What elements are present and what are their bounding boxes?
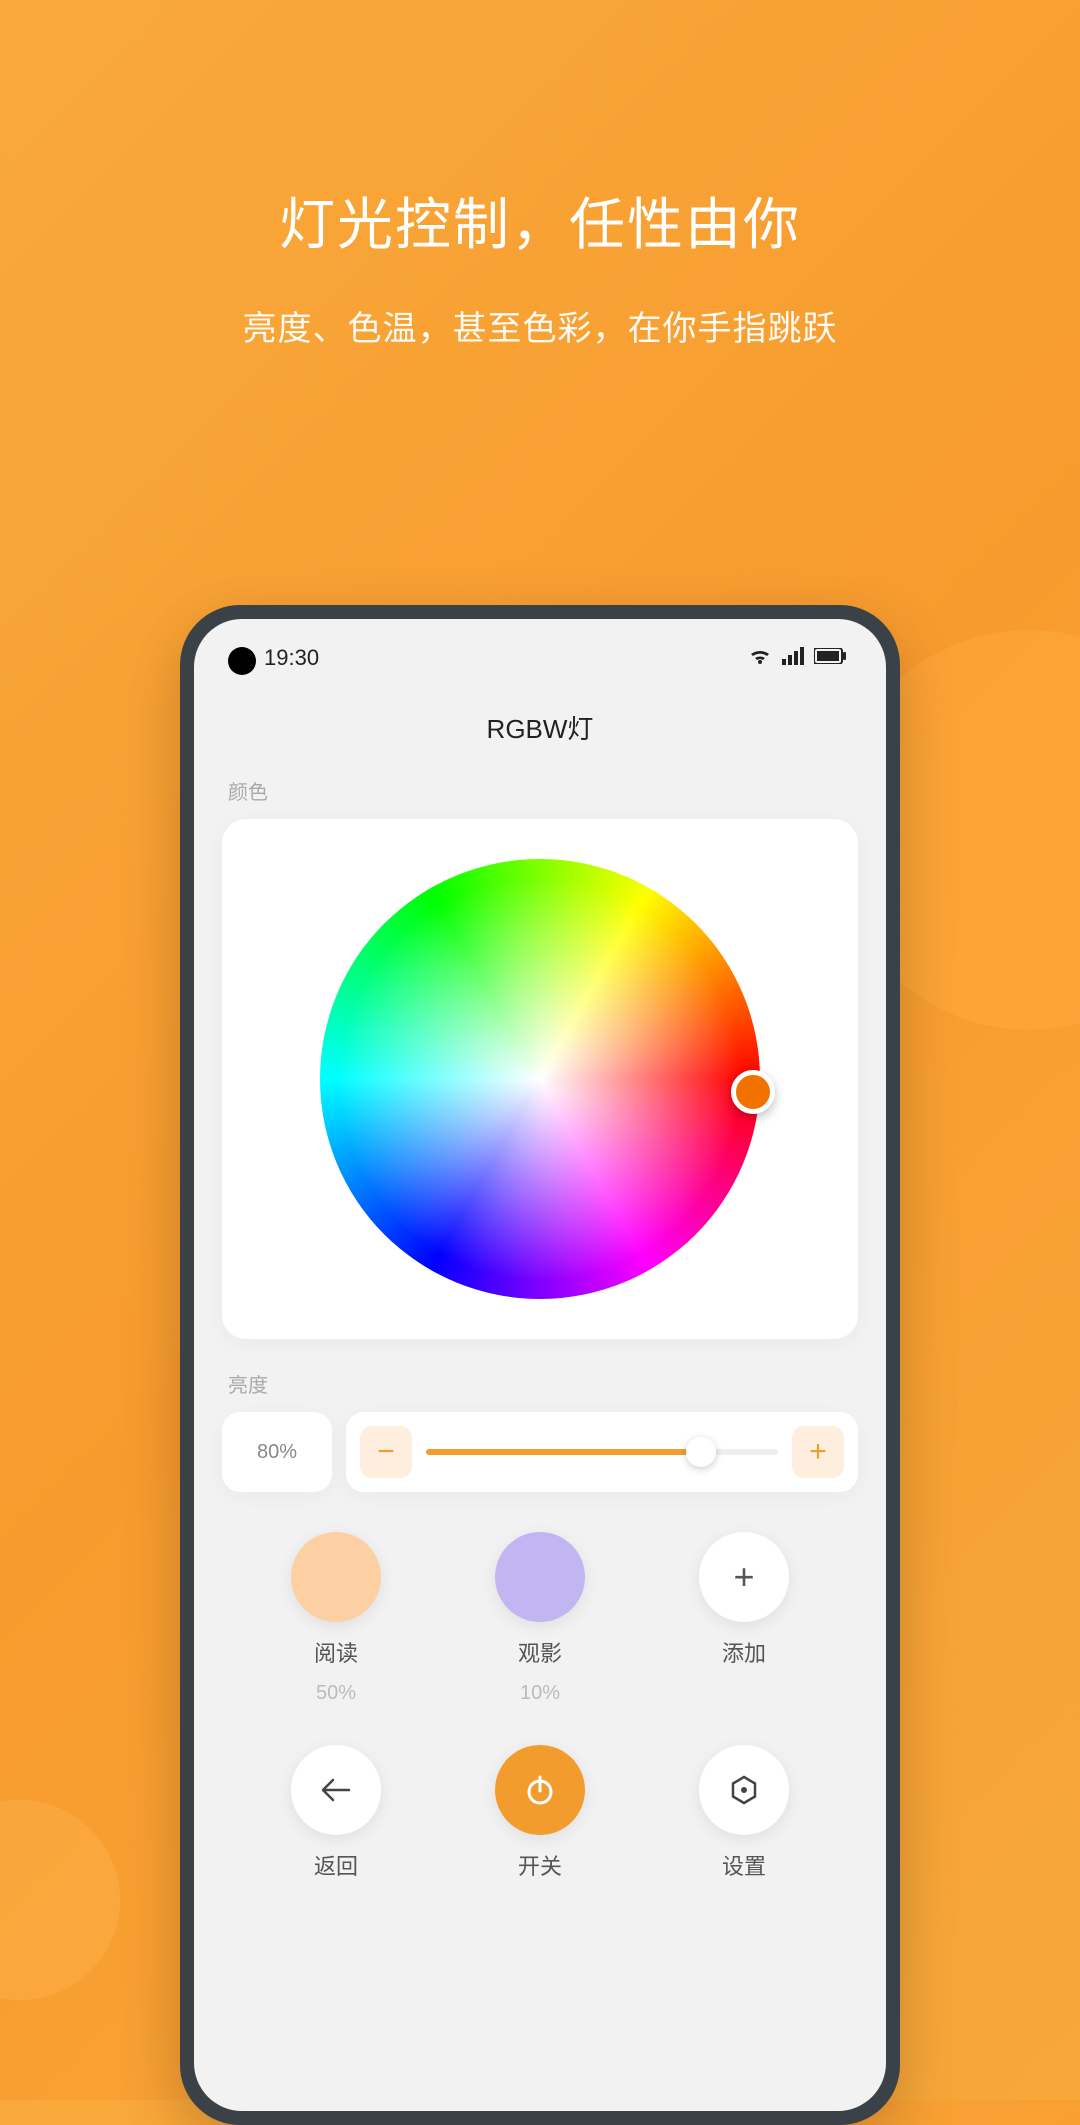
hero-title: 灯光控制，任性由你 [0, 180, 1080, 261]
brightness-minus-button[interactable]: − [360, 1426, 412, 1478]
color-picker-card [222, 819, 858, 1339]
scene-label: 添加 [722, 1636, 766, 1668]
camera-hole [228, 647, 256, 675]
scene-swatch [495, 1532, 585, 1622]
slider-thumb[interactable] [686, 1437, 716, 1467]
status-bar: 19:30 [194, 619, 886, 679]
signal-icon [782, 647, 804, 670]
brightness-slider[interactable] [426, 1449, 778, 1455]
page-title: RGBW灯 [194, 709, 886, 746]
scene-percent: 10% [520, 1682, 560, 1705]
scene-add[interactable]: + 添加 [699, 1532, 789, 1705]
brightness-plus-button[interactable]: + [792, 1426, 844, 1478]
action-label: 开关 [518, 1849, 562, 1881]
color-handle[interactable] [731, 1070, 775, 1114]
bg-decor [0, 1800, 120, 2000]
scene-label: 阅读 [314, 1636, 358, 1668]
scene-percent: 50% [316, 1682, 356, 1705]
gear-icon [728, 1774, 760, 1806]
brightness-slider-container: − + [346, 1412, 858, 1492]
add-icon: + [699, 1532, 789, 1622]
scene-reading[interactable]: 阅读 50% [291, 1532, 381, 1705]
status-time: 19:30 [264, 645, 319, 671]
actions-row: 返回 开关 设置 [234, 1745, 846, 1881]
wifi-icon [748, 646, 772, 671]
battery-icon [814, 648, 846, 669]
action-label: 设置 [722, 1849, 766, 1881]
brightness-value: 80% [222, 1412, 332, 1492]
scene-percent [741, 1682, 747, 1705]
scenes-row: 阅读 50% 观影 10% + 添加 [234, 1532, 846, 1705]
hero-subtitle: 亮度、色温，甚至色彩，在你手指跳跃 [0, 301, 1080, 350]
slider-fill [426, 1449, 701, 1455]
color-wheel[interactable] [320, 859, 760, 1299]
power-button[interactable] [495, 1745, 585, 1835]
scene-swatch [291, 1532, 381, 1622]
scene-movie[interactable]: 观影 10% [495, 1532, 585, 1705]
phone-screen: 19:30 RGBW灯 颜色 亮度 80% [194, 619, 886, 2111]
action-label: 返回 [314, 1849, 358, 1881]
phone-frame: 19:30 RGBW灯 颜色 亮度 80% [180, 605, 900, 2125]
power-icon [523, 1773, 557, 1807]
brightness-section-label: 亮度 [228, 1369, 886, 1398]
arrow-left-icon [321, 1778, 351, 1802]
back-button[interactable] [291, 1745, 381, 1835]
scene-label: 观影 [518, 1636, 562, 1668]
color-section-label: 颜色 [228, 776, 886, 805]
settings-button[interactable] [699, 1745, 789, 1835]
